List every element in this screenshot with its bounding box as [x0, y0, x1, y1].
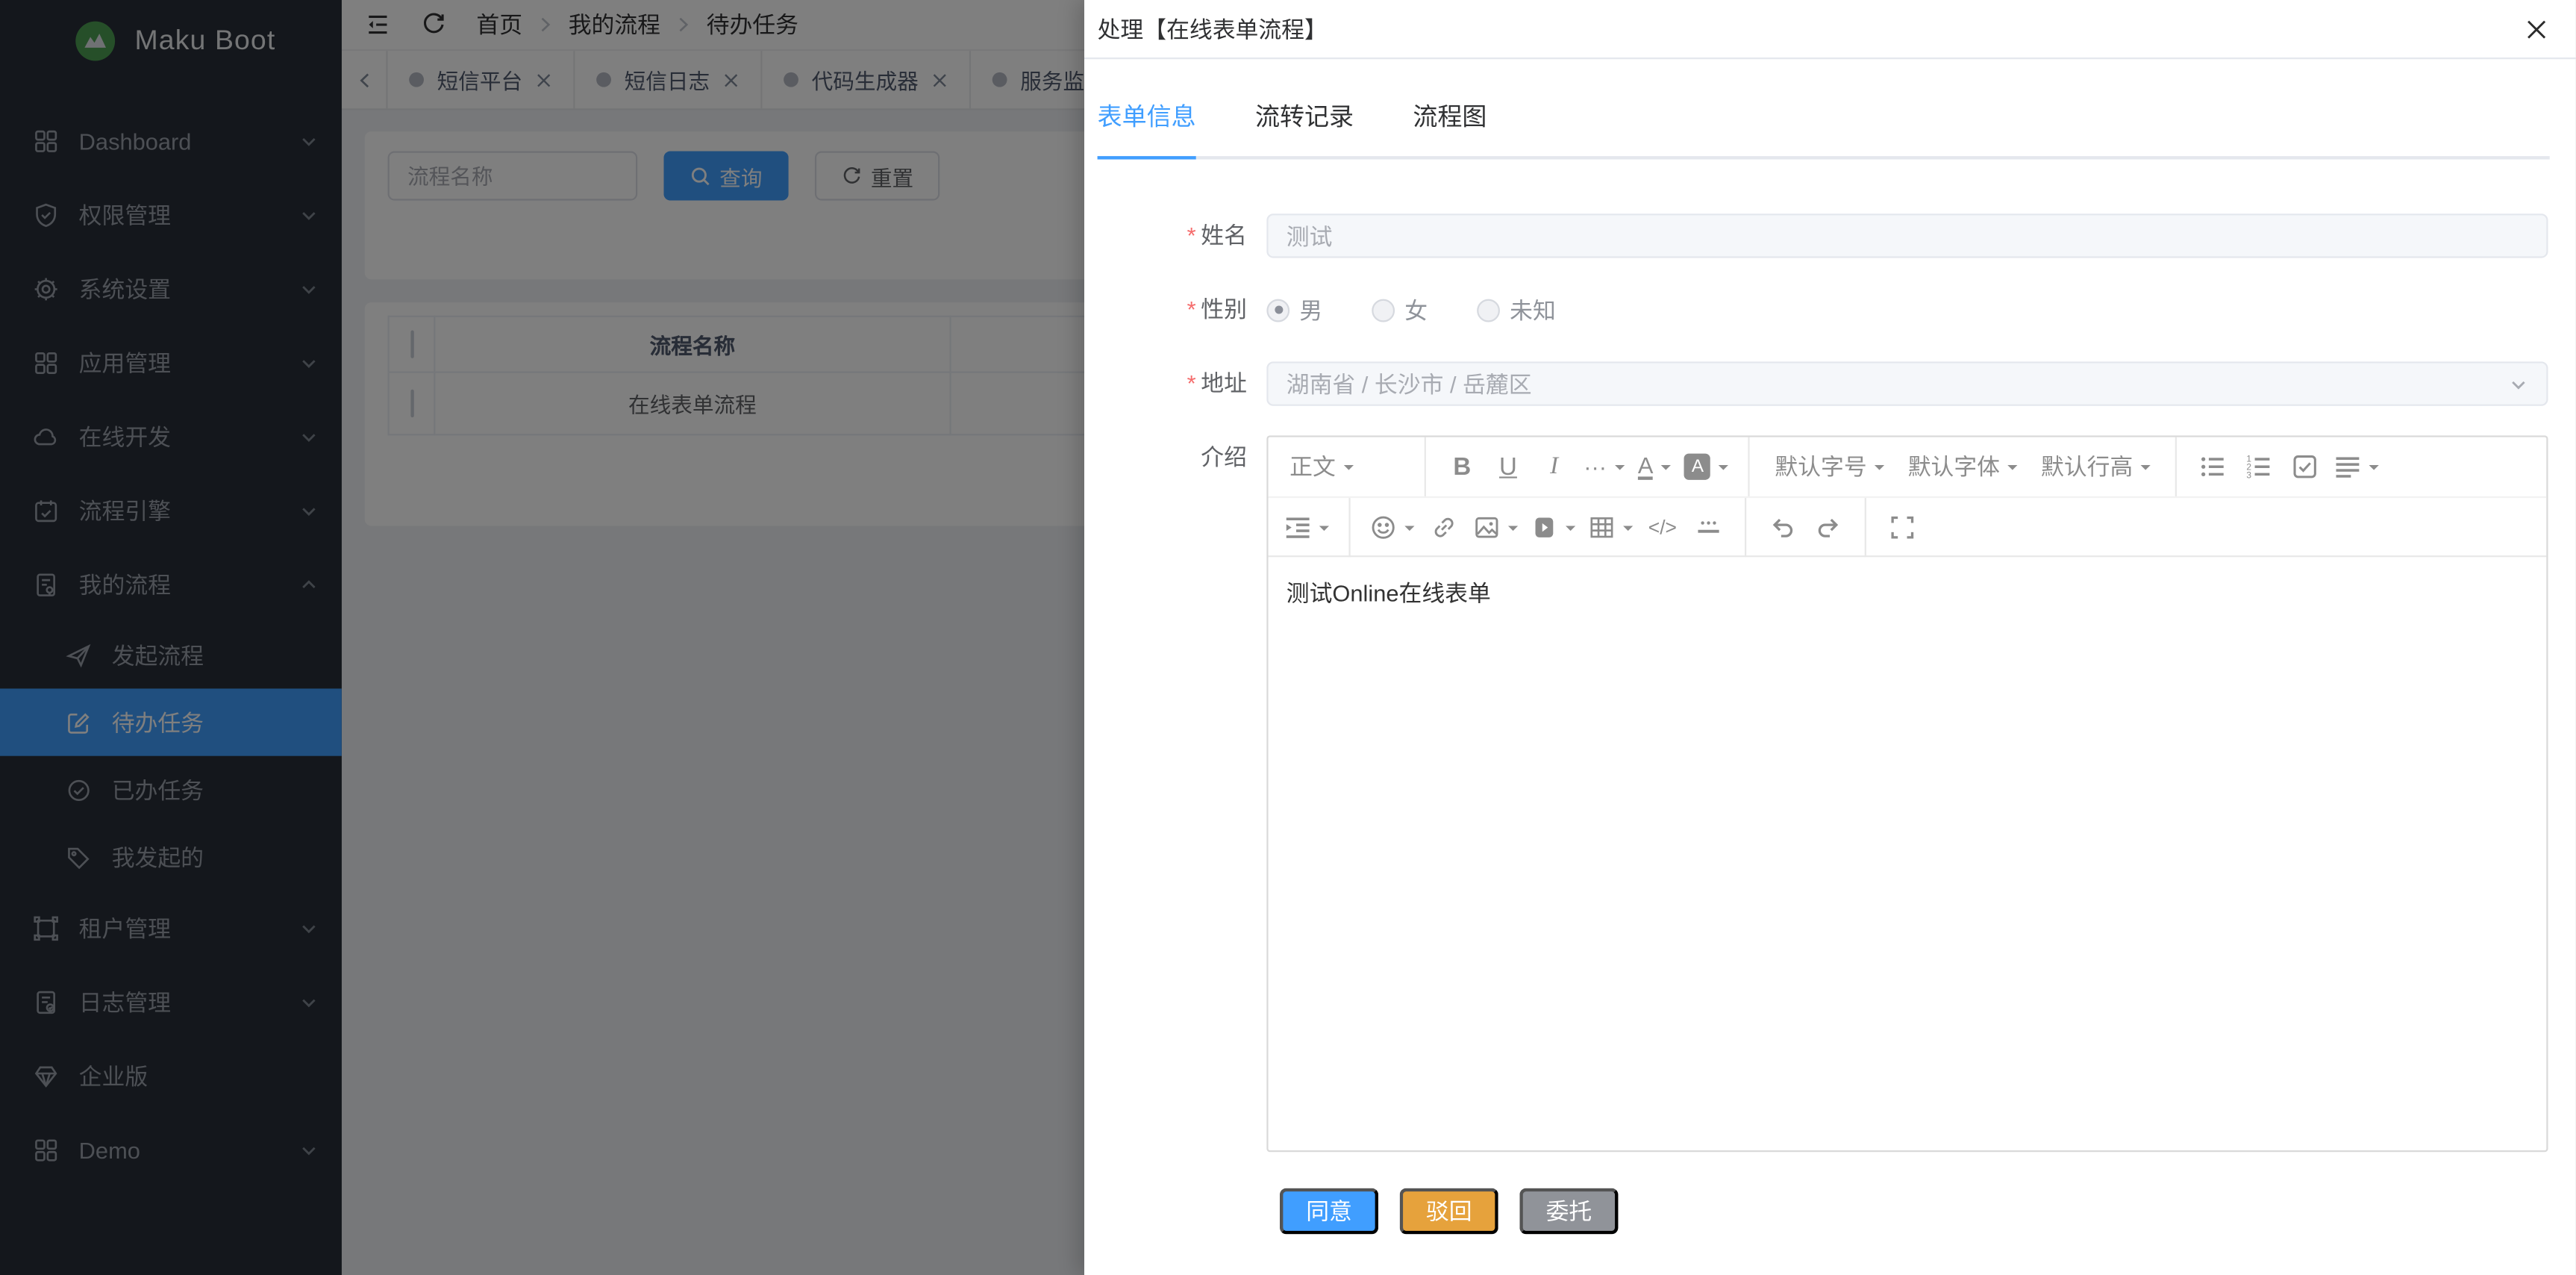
caret-down-icon — [2369, 465, 2379, 475]
name-field-row: *姓名 测试 — [1098, 213, 2550, 258]
process-drawer: 处理【在线表单流程】 表单信息 流转记录 流程图 *姓名 测试 — [1084, 0, 2576, 1275]
code-block-icon[interactable]: </> — [1641, 505, 1684, 548]
radio-circle-icon — [1372, 299, 1395, 322]
name-value: 测试 — [1287, 219, 1333, 252]
drawer-header: 处理【在线表单流程】 — [1084, 0, 2576, 59]
bold-icon[interactable]: B — [1441, 446, 1484, 488]
editor-toolbar: 正文 “ B U I ··· A A — [1269, 437, 2547, 558]
reject-button[interactable]: 驳回 — [1400, 1188, 1498, 1235]
caret-down-icon — [1661, 465, 1671, 475]
radio-circle-icon — [1477, 299, 1500, 322]
toolbar-divider — [1348, 497, 1350, 556]
editor-text: 测试Online在线表单 — [1287, 580, 1491, 606]
required-marker: * — [1187, 296, 1196, 322]
address-select[interactable]: 湖南省 / 长沙市 / 岳麓区 — [1266, 361, 2548, 405]
radio-label: 女 — [1404, 293, 1428, 326]
font-color-dropdown[interactable]: A — [1633, 446, 1676, 488]
toolbar-divider — [1748, 437, 1750, 496]
radio-label: 未知 — [1510, 293, 1556, 326]
editor-content[interactable]: 测试Online在线表单 — [1269, 557, 2547, 1150]
background-color-dropdown[interactable]: A — [1680, 446, 1734, 488]
video-dropdown[interactable] — [1526, 505, 1581, 548]
caret-down-icon — [1566, 525, 1575, 534]
name-input[interactable]: 测试 — [1266, 213, 2548, 258]
emoji-dropdown[interactable] — [1365, 505, 1419, 548]
link-icon[interactable] — [1422, 505, 1465, 548]
caret-down-icon — [1344, 465, 1354, 475]
radio-circle-icon — [1266, 299, 1289, 322]
underline-icon[interactable]: U — [1486, 446, 1529, 488]
ordered-list-icon[interactable]: 123 — [2238, 446, 2280, 488]
name-label: *姓名 — [1098, 213, 1247, 258]
gender-label: *性别 — [1098, 287, 1247, 331]
drawer-title: 处理【在线表单流程】 — [1098, 13, 2524, 46]
agree-button[interactable]: 同意 — [1280, 1188, 1378, 1235]
caret-down-icon — [1404, 525, 1414, 534]
horizontal-rule-icon[interactable] — [1687, 505, 1730, 548]
toolbar-divider — [1865, 497, 1866, 556]
toolbar-divider — [1425, 437, 1426, 496]
line-height-dropdown[interactable]: 默认行高 — [2031, 446, 2161, 488]
radio-female[interactable]: 女 — [1372, 293, 1428, 326]
table-dropdown[interactable] — [1584, 505, 1638, 548]
address-field-row: *地址 湖南省 / 长沙市 / 岳麓区 — [1098, 361, 2550, 405]
caret-down-icon — [2008, 465, 2018, 475]
caret-down-icon — [1615, 465, 1625, 475]
image-dropdown[interactable] — [1469, 505, 1523, 548]
address-label: *地址 — [1098, 361, 1247, 405]
toolbar-divider — [1745, 497, 1746, 556]
fullscreen-icon[interactable] — [1881, 505, 1924, 548]
close-icon[interactable] — [2524, 16, 2550, 42]
blockquote-icon[interactable]: “ — [1367, 446, 1410, 488]
rich-text-editor: 正文 “ B U I ··· A A — [1266, 435, 2548, 1152]
svg-text:3: 3 — [2247, 470, 2252, 480]
caret-down-icon — [1623, 525, 1633, 534]
font-size-dropdown[interactable]: 默认字号 — [1765, 446, 1895, 488]
tab-form-info[interactable]: 表单信息 — [1098, 85, 1196, 156]
task-form: *姓名 测试 *性别 — [1098, 213, 2550, 1152]
bullet-list-icon[interactable] — [2192, 446, 2235, 488]
caret-down-icon — [2141, 465, 2151, 475]
redo-icon[interactable] — [1807, 505, 1850, 548]
gender-radio-group: 男 女 未知 — [1266, 287, 2548, 331]
font-family-dropdown[interactable]: 默认字体 — [1898, 446, 2028, 488]
gender-field-row: *性别 男 女 — [1098, 287, 2550, 331]
caret-down-icon — [1508, 525, 1518, 534]
task-list-icon[interactable] — [2284, 446, 2327, 488]
align-dropdown[interactable] — [2330, 446, 2384, 488]
drawer-tabs: 表单信息 流转记录 流程图 — [1098, 85, 2550, 159]
drawer-body: 表单信息 流转记录 流程图 *姓名 测试 — [1084, 59, 2576, 1234]
italic-icon[interactable]: I — [1533, 446, 1575, 488]
caret-down-icon — [1875, 465, 1885, 475]
radio-label: 男 — [1299, 293, 1322, 326]
indent-dropdown[interactable] — [1280, 505, 1334, 548]
required-marker: * — [1187, 370, 1196, 396]
caret-down-icon — [1319, 525, 1329, 534]
required-marker: * — [1187, 222, 1196, 248]
undo-icon[interactable] — [1761, 505, 1804, 548]
radio-unknown[interactable]: 未知 — [1477, 293, 1556, 326]
drawer-actions: 同意 驳回 委托 — [1280, 1188, 2550, 1235]
app-window: Maku Boot Dashboard 权限管理 系统设置 应用管理 — [0, 0, 2576, 1275]
address-value: 湖南省 / 长沙市 / 岳麓区 — [1287, 367, 1532, 400]
toolbar-divider — [2176, 437, 2178, 496]
caret-down-icon — [1719, 465, 1729, 475]
paragraph-style-dropdown[interactable]: 正文 — [1280, 446, 1363, 488]
intro-field-row: 介绍 正文 “ B U I ··· — [1098, 435, 2550, 1152]
tab-flow-records[interactable]: 流转记录 — [1255, 85, 1354, 156]
radio-male[interactable]: 男 — [1266, 293, 1322, 326]
intro-label: 介绍 — [1098, 435, 1247, 1152]
delegate-button[interactable]: 委托 — [1519, 1188, 1618, 1235]
more-styles-dropdown[interactable]: ··· — [1579, 446, 1630, 488]
tab-flow-diagram[interactable]: 流程图 — [1413, 85, 1486, 156]
chevron-down-icon — [2509, 374, 2528, 393]
